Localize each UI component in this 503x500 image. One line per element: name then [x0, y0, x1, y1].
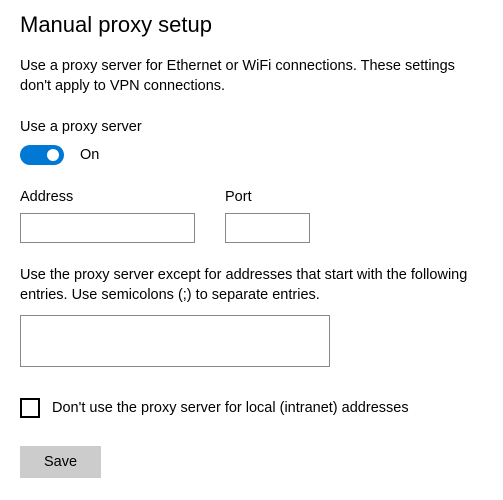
toggle-label: Use a proxy server — [20, 119, 483, 135]
port-input[interactable] — [225, 213, 310, 243]
address-port-row: Address Port — [20, 189, 483, 243]
local-bypass-label: Don't use the proxy server for local (in… — [52, 400, 409, 416]
proxy-description: Use a proxy server for Ethernet or WiFi … — [20, 56, 483, 97]
address-label: Address — [20, 189, 195, 205]
toggle-state-label: On — [80, 147, 99, 163]
toggle-row: On — [20, 145, 483, 165]
save-button[interactable]: Save — [20, 446, 101, 478]
local-bypass-checkbox[interactable] — [20, 398, 40, 418]
exceptions-label: Use the proxy server except for addresse… — [20, 265, 483, 306]
address-input[interactable] — [20, 213, 195, 243]
page-heading: Manual proxy setup — [20, 12, 483, 38]
port-group: Port — [225, 189, 310, 243]
toggle-knob-icon — [47, 149, 59, 161]
port-label: Port — [225, 189, 310, 205]
exceptions-input[interactable] — [20, 315, 330, 367]
local-bypass-row: Don't use the proxy server for local (in… — [20, 398, 483, 418]
address-group: Address — [20, 189, 195, 243]
proxy-toggle[interactable] — [20, 145, 64, 165]
